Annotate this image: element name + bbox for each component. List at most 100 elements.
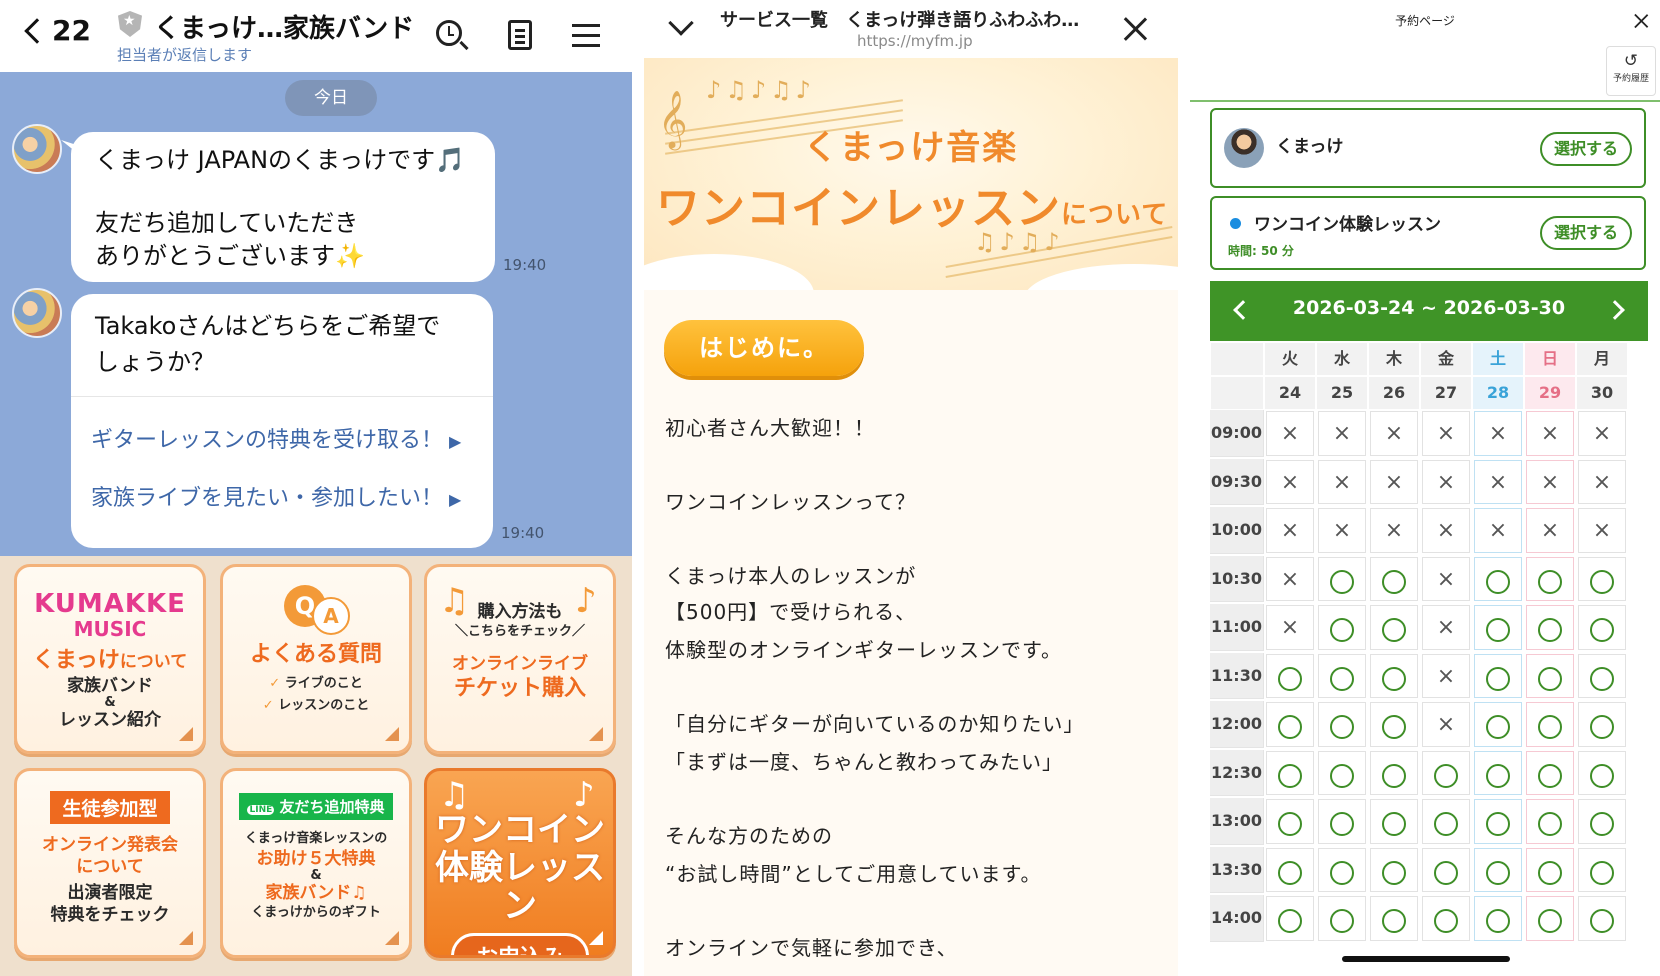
divider bbox=[632, 0, 644, 976]
available-slot[interactable] bbox=[1318, 896, 1366, 941]
available-circle-icon bbox=[1382, 860, 1406, 885]
available-slot[interactable] bbox=[1526, 896, 1574, 941]
available-slot[interactable] bbox=[1526, 750, 1574, 795]
hamburger-menu-icon[interactable] bbox=[568, 18, 602, 52]
available-slot[interactable] bbox=[1526, 847, 1574, 892]
rich-menu-faq-tile[interactable]: QA よくある質問 ✓ ライブのこと ✓ レッスンのこと bbox=[220, 564, 412, 754]
available-slot[interactable] bbox=[1474, 799, 1522, 844]
week-navigator: 2026-03-24 ~ 2026-03-30 bbox=[1210, 281, 1648, 341]
available-slot[interactable] bbox=[1474, 653, 1522, 698]
option-guitar-lesson-link[interactable]: ギターレッスンの特典を受け取る！ ▶ bbox=[91, 422, 461, 454]
notes-icon[interactable] bbox=[504, 18, 538, 52]
unavailable-x-icon: × bbox=[1540, 421, 1560, 446]
available-slot[interactable] bbox=[1578, 653, 1626, 698]
available-slot[interactable] bbox=[1422, 799, 1470, 844]
unavailable-x-icon: × bbox=[1592, 518, 1612, 543]
rich-menu-ticket-tile[interactable]: ♫ ♪ 購入方法も ＼こちらをチェック／ オンラインライブ チケット購入 bbox=[424, 564, 616, 754]
available-slot[interactable] bbox=[1266, 847, 1314, 892]
reservation-history-button[interactable]: ↺ 予約履歴 bbox=[1606, 46, 1656, 96]
day-of-week-header: 木 bbox=[1368, 342, 1420, 376]
available-slot[interactable] bbox=[1526, 799, 1574, 844]
available-circle-icon bbox=[1486, 860, 1510, 885]
available-circle-icon bbox=[1590, 569, 1614, 594]
available-circle-icon bbox=[1278, 812, 1302, 836]
unavailable-x-icon: × bbox=[1280, 469, 1300, 495]
available-slot[interactable] bbox=[1474, 750, 1522, 795]
available-slot[interactable] bbox=[1526, 653, 1574, 698]
apply-button[interactable]: お申込み bbox=[450, 933, 589, 955]
available-slot[interactable] bbox=[1578, 702, 1626, 747]
option-family-live-link[interactable]: 家族ライブを見たい・参加したい！ ▶ bbox=[91, 480, 461, 512]
available-slot[interactable] bbox=[1422, 750, 1470, 795]
available-slot[interactable] bbox=[1578, 605, 1626, 650]
available-slot[interactable] bbox=[1474, 605, 1522, 650]
available-circle-icon bbox=[1590, 909, 1614, 933]
unavailable-x-icon: × bbox=[1488, 469, 1508, 495]
available-slot[interactable] bbox=[1526, 556, 1574, 601]
available-slot[interactable] bbox=[1266, 653, 1314, 698]
available-circle-icon bbox=[1382, 812, 1406, 836]
available-slot[interactable] bbox=[1318, 750, 1366, 795]
available-slot[interactable] bbox=[1370, 653, 1418, 698]
available-circle-icon bbox=[1538, 666, 1562, 691]
available-slot[interactable] bbox=[1370, 702, 1418, 747]
available-slot[interactable] bbox=[1370, 799, 1418, 844]
available-slot[interactable] bbox=[1578, 799, 1626, 844]
day-of-week-header: 水 bbox=[1316, 342, 1368, 376]
available-slot[interactable] bbox=[1474, 556, 1522, 601]
select-staff-button[interactable]: 選択する bbox=[1540, 132, 1632, 166]
available-slot[interactable] bbox=[1526, 605, 1574, 650]
available-slot[interactable] bbox=[1474, 702, 1522, 747]
available-circle-icon bbox=[1486, 666, 1510, 691]
chevron-down-icon[interactable] bbox=[668, 10, 694, 36]
available-slot[interactable] bbox=[1266, 702, 1314, 747]
available-slot[interactable] bbox=[1578, 896, 1626, 941]
available-slot[interactable] bbox=[1318, 653, 1366, 698]
message-bubble-options: Takakoさんはどちらをご希望で しょうか？ ギターレッスンの特典を受け取る！… bbox=[71, 294, 493, 548]
available-slot[interactable] bbox=[1578, 750, 1626, 795]
available-slot[interactable] bbox=[1318, 847, 1366, 892]
available-slot[interactable] bbox=[1318, 799, 1366, 844]
select-course-button[interactable]: 選択する bbox=[1540, 216, 1632, 250]
back-button[interactable]: 22 bbox=[20, 14, 91, 47]
available-slot[interactable] bbox=[1266, 896, 1314, 941]
paragraph: オンラインで気軽に参加でき、 bbox=[665, 936, 958, 960]
rich-menu-trial-lesson-tile[interactable]: ♫ ♪ ワンコイン 体験レッスン お申込み bbox=[424, 768, 616, 958]
available-slot[interactable] bbox=[1266, 799, 1314, 844]
close-icon[interactable] bbox=[1122, 16, 1148, 42]
unavailable-slot: × bbox=[1318, 411, 1366, 456]
rich-menu-about-tile[interactable]: KUMAKKE MUSIC くまっけについて 家族バンド & レッスン紹介 bbox=[14, 564, 206, 754]
avatar[interactable] bbox=[12, 124, 62, 174]
available-slot[interactable] bbox=[1370, 605, 1418, 650]
available-circle-icon bbox=[1590, 618, 1614, 642]
available-slot[interactable] bbox=[1474, 847, 1522, 892]
available-slot[interactable] bbox=[1474, 896, 1522, 941]
available-slot[interactable] bbox=[1370, 896, 1418, 941]
lesson-banner: 𝄞 ♪♫♪♫♪ ♫♪♫♪ くまっけ音楽 ワンコインレッスンについて bbox=[644, 58, 1178, 290]
available-circle-icon bbox=[1382, 618, 1406, 642]
rich-menu-recital-tile[interactable]: 生徒参加型 オンライン発表会 について 出演者限定 特典をチェック bbox=[14, 768, 206, 958]
avatar[interactable] bbox=[12, 288, 62, 338]
available-slot[interactable] bbox=[1526, 702, 1574, 747]
available-slot[interactable] bbox=[1318, 702, 1366, 747]
available-slot[interactable] bbox=[1318, 556, 1366, 601]
available-slot[interactable] bbox=[1370, 847, 1418, 892]
available-slot[interactable] bbox=[1422, 896, 1470, 941]
available-slot[interactable] bbox=[1370, 750, 1418, 795]
available-slot[interactable] bbox=[1318, 605, 1366, 650]
available-slot[interactable] bbox=[1578, 847, 1626, 892]
available-slot[interactable] bbox=[1578, 556, 1626, 601]
available-circle-icon bbox=[1330, 618, 1354, 642]
chat-title[interactable]: くまっけ…家族バンド bbox=[154, 8, 414, 45]
available-slot[interactable] bbox=[1422, 847, 1470, 892]
available-slot[interactable] bbox=[1370, 556, 1418, 601]
close-icon[interactable] bbox=[1633, 13, 1649, 29]
history-icon: ↺ bbox=[1623, 51, 1639, 71]
music-note-icon: ♪ bbox=[575, 581, 597, 621]
chat-subtitle: 担当者が返信します bbox=[117, 46, 253, 64]
available-circle-icon bbox=[1278, 860, 1302, 885]
divider bbox=[1178, 0, 1190, 976]
search-icon[interactable] bbox=[434, 18, 469, 52]
rich-menu-friend-bonus-tile[interactable]: LINE 友だち追加特典 くまっけ音楽レッスンの お助け５大特典 & 家族バンド… bbox=[220, 768, 412, 958]
available-slot[interactable] bbox=[1266, 750, 1314, 795]
